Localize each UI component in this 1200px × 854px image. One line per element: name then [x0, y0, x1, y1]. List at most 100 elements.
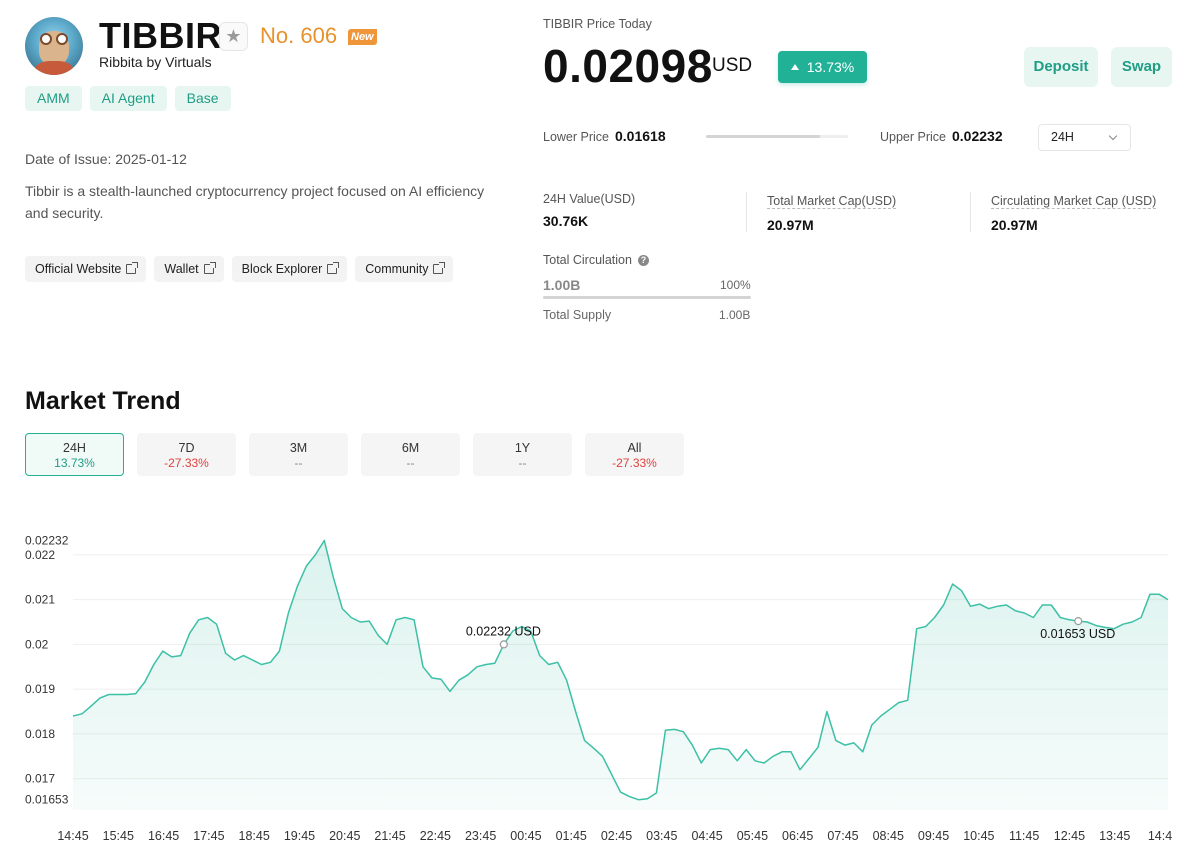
- avatar-body: [35, 61, 73, 75]
- x-tick-label: 14:4: [1148, 829, 1172, 843]
- price-label: TIBBIR Price Today: [543, 17, 652, 31]
- token-symbol: TIBBIR: [99, 15, 222, 56]
- x-tick-label: 11:45: [1009, 829, 1039, 843]
- max-annotation: 0.02232 USD: [466, 624, 541, 638]
- tab-change: -27.33%: [612, 456, 657, 470]
- x-tick-label: 12:45: [1054, 829, 1085, 843]
- stat-market-cap: Total Market Cap(USD) 20.97M: [767, 192, 897, 233]
- external-link-icon: [327, 262, 340, 274]
- upper-price-value: 0.02232: [952, 128, 1003, 144]
- x-tick-label: 19:45: [284, 829, 315, 843]
- link-label: Official Website: [35, 262, 122, 276]
- link-label: Wallet: [164, 262, 199, 276]
- y-tick-label: 0.018: [25, 727, 55, 741]
- x-tick-label: 00:45: [510, 829, 541, 843]
- stat-value: 30.76K: [543, 213, 589, 229]
- y-tick-label: 0.02232: [25, 534, 69, 548]
- period-select-value: 24H: [1051, 130, 1074, 144]
- y-tick-label: 0.02: [25, 637, 49, 651]
- divider: [746, 192, 747, 232]
- link-label: Block Explorer: [241, 262, 323, 276]
- stat-label: 24H Value(USD): [543, 192, 636, 206]
- price-change-value: 13.73%: [806, 59, 855, 75]
- lower-price-label: Lower Price: [543, 130, 609, 144]
- price-chart[interactable]: 0.016530.0170.0180.0190.020.0210.0220.02…: [0, 500, 1200, 854]
- circulation-label: Total Circulation ?: [543, 253, 649, 267]
- price-range-bar: [706, 135, 848, 138]
- external-link-icon: [126, 262, 139, 274]
- lower-price: Lower Price 0.01618: [543, 128, 666, 144]
- link-label: Community: [365, 262, 429, 276]
- tab-all[interactable]: All -27.33%: [585, 433, 684, 476]
- supply-label: Total Supply: [543, 308, 612, 322]
- min-annotation: 0.01653 USD: [1040, 627, 1115, 641]
- period-tabs: 24H 13.73% 7D -27.33% 3M -- 6M -- 1Y -- All -27.33%: [25, 433, 684, 476]
- tab-change: --: [406, 456, 415, 470]
- tag-base[interactable]: Base: [174, 86, 231, 111]
- tab-label: 24H: [63, 441, 86, 455]
- avatar-eye-left: [40, 33, 52, 45]
- market-trend-title: Market Trend: [25, 387, 181, 415]
- tab-24h[interactable]: 24H 13.73%: [25, 433, 124, 476]
- price-area: [73, 540, 1168, 810]
- upper-price: Upper Price 0.02232: [880, 128, 1003, 144]
- tab-3m[interactable]: 3M --: [249, 433, 348, 476]
- max-point-marker: [499, 640, 508, 649]
- x-tick-label: 10:45: [963, 829, 994, 843]
- swap-button[interactable]: Swap: [1111, 47, 1172, 87]
- tab-label: 6M: [401, 441, 420, 455]
- chevron-down-icon: [1108, 131, 1118, 141]
- stat-label[interactable]: Total Market Cap(USD): [767, 194, 897, 209]
- x-tick-label: 16:45: [148, 829, 179, 843]
- favorite-button[interactable]: ★: [219, 22, 248, 51]
- price-range-fill: [706, 135, 820, 138]
- help-icon[interactable]: ?: [637, 254, 649, 266]
- external-link-icon: [203, 262, 216, 274]
- x-tick-label: 17:45: [193, 829, 224, 843]
- x-tick-label: 15:45: [103, 829, 134, 843]
- tab-1y[interactable]: 1Y --: [473, 433, 572, 476]
- tab-change: --: [518, 456, 527, 470]
- stat-value: 20.97M: [767, 217, 814, 233]
- avatar-eye-right: [56, 33, 68, 45]
- x-tick-label: 20:45: [329, 829, 360, 843]
- x-tick-label: 06:45: [782, 829, 813, 843]
- x-tick-label: 18:45: [239, 829, 270, 843]
- divider: [970, 192, 971, 232]
- tab-label: 3M: [289, 441, 308, 455]
- star-icon: ★: [225, 26, 242, 46]
- x-tick-label: 03:45: [646, 829, 677, 843]
- x-tick-label: 21:45: [374, 829, 405, 843]
- triangle-up-icon: [790, 64, 799, 70]
- new-badge: New: [348, 29, 377, 45]
- x-tick-label: 05:45: [737, 829, 768, 843]
- wallet-link[interactable]: Wallet: [154, 256, 224, 282]
- y-tick-label: 0.017: [25, 772, 55, 786]
- x-tick-label: 23:45: [465, 829, 496, 843]
- y-tick-label: 0.019: [25, 682, 55, 696]
- community-link[interactable]: Community: [355, 256, 454, 282]
- circulation-percent: 100%: [720, 278, 751, 292]
- tag-ai-agent[interactable]: AI Agent: [89, 86, 167, 111]
- tab-label: 7D: [178, 441, 195, 455]
- tab-label: 1Y: [514, 441, 531, 455]
- x-tick-label: 02:45: [601, 829, 632, 843]
- y-tick-label: 0.01653: [25, 793, 69, 807]
- official-website-link[interactable]: Official Website: [25, 256, 147, 282]
- upper-price-label: Upper Price: [880, 130, 946, 144]
- token-tags: AMM AI Agent Base: [25, 86, 231, 111]
- token-avatar: [25, 17, 83, 75]
- price-change-badge: 13.73%: [778, 51, 867, 83]
- period-select[interactable]: 24H: [1038, 124, 1131, 151]
- supply-value: 1.00B: [719, 308, 751, 322]
- tab-change: 13.73%: [54, 456, 95, 470]
- stat-label[interactable]: Circulating Market Cap (USD): [991, 194, 1157, 209]
- tab-6m[interactable]: 6M --: [361, 433, 460, 476]
- block-explorer-link[interactable]: Block Explorer: [231, 256, 348, 282]
- x-tick-label: 14:45: [57, 829, 88, 843]
- tab-7d[interactable]: 7D -27.33%: [137, 433, 236, 476]
- deposit-button[interactable]: Deposit: [1024, 47, 1098, 87]
- tag-amm[interactable]: AMM: [25, 86, 82, 111]
- issue-date: Date of Issue: 2025-01-12: [25, 151, 187, 167]
- stat-circulating-cap: Circulating Market Cap (USD) 20.97M: [991, 192, 1157, 233]
